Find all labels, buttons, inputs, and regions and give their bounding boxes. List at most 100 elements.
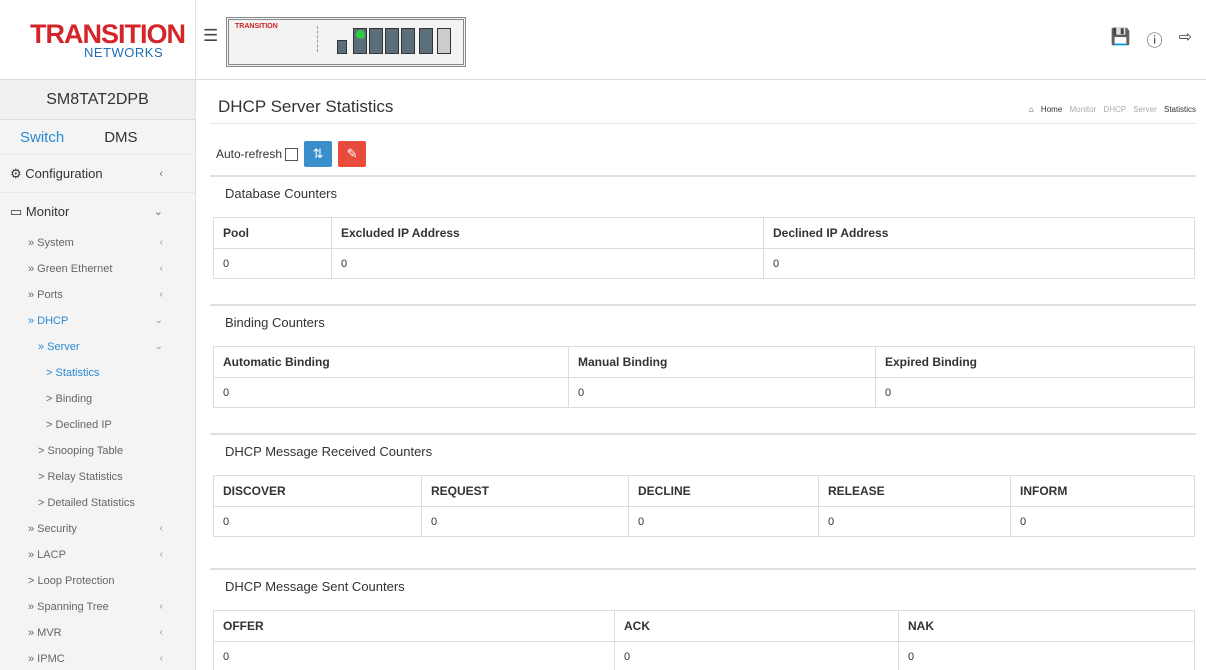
logo[interactable]: TRANSITION NETWORKS <box>0 0 196 80</box>
column-header: Expired Binding <box>875 346 1195 378</box>
column-header: Pool <box>213 217 332 249</box>
sidebar-item-server[interactable]: » Server ⌄ <box>0 334 195 360</box>
breadcrumb: ⌂ Home Monitor DHCP Server Statistics <box>1029 105 1196 114</box>
app-window: TRANSITION NETWORKS ☰ TRANSITION 💾 ⓘ ⇨ S… <box>0 0 1206 670</box>
received-counters-table: DISCOVER REQUEST DECLINE RELEASE INFORM 0… <box>213 475 1195 537</box>
device-port <box>369 28 383 54</box>
sidebar-item-lacp[interactable]: » LACP ‹ <box>0 542 195 568</box>
sidebar-item-relay-statistics[interactable]: > Relay Statistics <box>0 464 195 490</box>
monitor-icon: ▭ <box>10 204 23 219</box>
page-title: DHCP Server Statistics <box>218 97 394 116</box>
clear-button[interactable]: ✎ <box>338 141 367 167</box>
table-cell: 0 <box>331 248 764 279</box>
sidebar-item-label: Configuration <box>25 166 103 181</box>
sidebar-item-statistics[interactable]: > Statistics <box>0 360 195 386</box>
sidebar-item-monitor[interactable]: ▭ Monitor ⌄ <box>0 192 195 230</box>
chevron-left-icon: ‹ <box>159 601 163 612</box>
eraser-icon: ✎ <box>346 146 358 161</box>
sidebar-item-green-ethernet[interactable]: » Green Ethernet ‹ <box>0 256 195 282</box>
sidebar-item-dhcp[interactable]: » DHCP ⌄ <box>0 308 195 334</box>
breadcrumb-statistics: Statistics <box>1163 105 1196 114</box>
sidebar-item-loop-protection[interactable]: > Loop Protection <box>0 568 195 594</box>
logout-icon[interactable]: ⇨ <box>1179 27 1192 51</box>
page-header: DHCP Server Statistics ⌂ Home Monitor DH… <box>210 80 1196 124</box>
sent-counters-table: OFFER ACK NAK 0 0 0 <box>213 610 1195 670</box>
table-cell: 0 <box>213 377 569 408</box>
sidebar-tabs: Switch DMS <box>0 120 195 154</box>
sidebar-item-system[interactable]: » System ‹ <box>0 230 195 256</box>
header-icons: 💾 ⓘ ⇨ <box>1111 27 1192 51</box>
auto-refresh-checkbox[interactable] <box>285 147 299 161</box>
received-counters-section: DHCP Message Received Counters DISCOVER … <box>210 433 1196 537</box>
database-counters-table: Pool Excluded IP Address Declined IP Add… <box>213 217 1195 279</box>
column-header: Automatic Binding <box>213 346 569 378</box>
sidebar-item-label: » Green Ethernet <box>28 263 113 275</box>
database-counters-section: Database Counters Pool Excluded IP Addre… <box>210 175 1196 279</box>
column-header: RELEASE <box>818 475 1011 507</box>
sidebar-item-snooping-table[interactable]: > Snooping Table <box>0 438 195 464</box>
table-cell: 0 <box>763 248 1195 279</box>
sidebar-item-configuration[interactable]: ⚙ Configuration ‹ <box>0 154 195 192</box>
device-port <box>385 28 399 54</box>
device-port <box>419 28 433 54</box>
section-title: Database Counters <box>210 175 1196 209</box>
sidebar-item-label: » MVR <box>28 627 62 639</box>
tab-dms[interactable]: DMS <box>104 129 137 146</box>
chevron-left-icon: ‹ <box>159 653 163 664</box>
refresh-icon: ⇅ <box>312 146 324 161</box>
sidebar-item-declined-ip[interactable]: > Declined IP <box>0 412 195 438</box>
sidebar-item-label: > Snooping Table <box>38 445 124 457</box>
chevron-left-icon: ‹ <box>159 627 163 638</box>
table-cell: 0 <box>898 641 1195 670</box>
section-title: Binding Counters <box>210 304 1196 338</box>
hamburger-icon[interactable]: ☰ <box>203 26 218 46</box>
table-cell: 0 <box>213 641 615 670</box>
sidebar-item-label: > Relay Statistics <box>38 471 123 483</box>
main-content: DHCP Server Statistics ⌂ Home Monitor DH… <box>196 80 1206 670</box>
device-front-panel-image: TRANSITION <box>226 17 466 67</box>
chevron-left-icon: ‹ <box>159 168 163 180</box>
breadcrumb-server[interactable]: Server <box>1133 105 1157 114</box>
sidebar-item-detailed-statistics[interactable]: > Detailed Statistics <box>0 490 195 516</box>
chevron-down-icon: ⌄ <box>153 206 163 218</box>
breadcrumb-monitor[interactable]: Monitor <box>1070 105 1097 114</box>
sidebar-item-binding[interactable]: > Binding <box>0 386 195 412</box>
column-header: REQUEST <box>421 475 629 507</box>
home-icon[interactable]: ⌂ <box>1029 105 1034 114</box>
tab-switch[interactable]: Switch <box>20 129 64 146</box>
column-header: DECLINE <box>628 475 819 507</box>
table-cell: 0 <box>1010 506 1195 537</box>
port-led-icon <box>356 30 365 39</box>
sidebar-item-label: » Security <box>28 523 77 535</box>
column-header: NAK <box>898 610 1195 642</box>
sidebar-item-label: » DHCP <box>28 315 69 327</box>
chevron-left-icon: ‹ <box>159 289 163 300</box>
table-cell: 0 <box>568 377 876 408</box>
breadcrumb-home[interactable]: Home <box>1041 105 1062 114</box>
sidebar-item-label: > Binding <box>46 393 93 405</box>
sidebar-item-spanning-tree[interactable]: » Spanning Tree ‹ <box>0 594 195 620</box>
save-icon[interactable]: 💾 <box>1111 27 1131 51</box>
sidebar-item-security[interactable]: » Security ‹ <box>0 516 195 542</box>
sidebar: SM8TAT2DPB Switch DMS ⚙ Configuration ‹ … <box>0 80 196 670</box>
help-icon[interactable]: ⓘ <box>1147 27 1163 51</box>
sidebar-item-ports[interactable]: » Ports ‹ <box>0 282 195 308</box>
column-header: OFFER <box>213 610 615 642</box>
device-brand-label: TRANSITION <box>235 23 278 30</box>
refresh-button[interactable]: ⇅ <box>304 141 333 167</box>
toolbar: Auto-refresh ⇅ ✎ <box>216 141 367 167</box>
chevron-left-icon: ‹ <box>159 237 163 248</box>
sidebar-item-label: » System <box>28 237 74 249</box>
device-name: SM8TAT2DPB <box>0 80 195 120</box>
column-header: INFORM <box>1010 475 1195 507</box>
auto-refresh-label: Auto-refresh <box>216 147 283 161</box>
sent-counters-section: DHCP Message Sent Counters OFFER ACK NAK 0 0… <box>210 568 1196 670</box>
table-cell: 0 <box>614 641 899 670</box>
breadcrumb-dhcp[interactable]: DHCP <box>1103 105 1126 114</box>
sidebar-item-label: » IPMC <box>28 653 65 665</box>
sidebar-item-ipmc[interactable]: » IPMC ‹ <box>0 646 195 670</box>
sidebar-item-mvr[interactable]: » MVR ‹ <box>0 620 195 646</box>
sidebar-item-label: » Server <box>38 341 80 353</box>
table-cell: 0 <box>213 248 332 279</box>
table-cell: 0 <box>213 506 422 537</box>
